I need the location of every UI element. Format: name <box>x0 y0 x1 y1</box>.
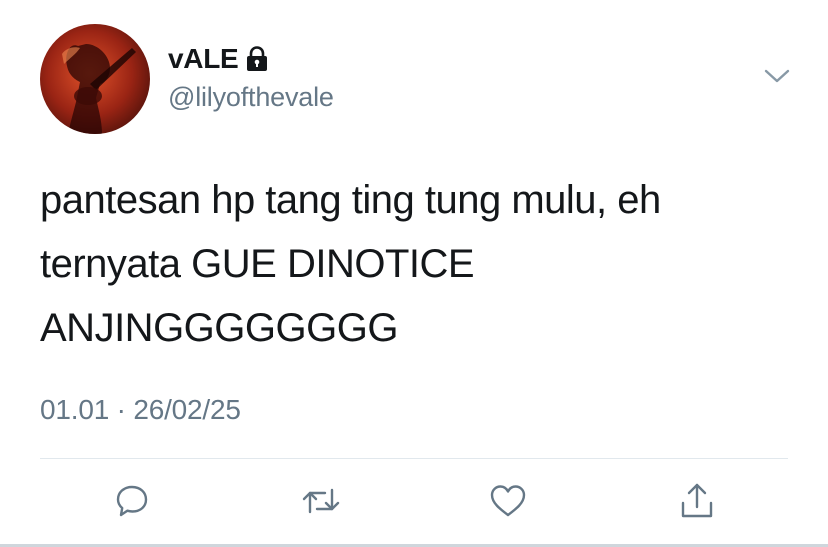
chevron-down-icon[interactable] <box>763 66 791 86</box>
lock-icon <box>246 46 268 72</box>
action-bar <box>0 478 828 528</box>
reply-icon <box>113 482 151 525</box>
avatar[interactable] <box>40 24 150 134</box>
user-handle[interactable]: @lilyofthevale <box>168 82 334 113</box>
tweet-text-line: ternyata GUE DINOTICE <box>40 242 475 286</box>
tweet-card: vALE @lilyofthevale pantesan hp tang tin… <box>0 0 828 547</box>
reply-button[interactable] <box>107 478 157 528</box>
retweet-icon <box>300 482 342 525</box>
display-name[interactable]: vALE <box>168 43 239 75</box>
user-name-row[interactable]: vALE <box>168 41 268 77</box>
share-button[interactable] <box>672 478 722 528</box>
tweet-timestamp[interactable]: 01.01 · 26/02/25 <box>40 394 241 426</box>
like-button[interactable] <box>483 478 533 528</box>
retweet-button[interactable] <box>296 478 346 528</box>
divider <box>40 458 788 459</box>
tweet-text: pantesan hp tang ting tung mulu, eh tern… <box>40 168 800 360</box>
share-icon <box>678 481 716 526</box>
like-icon <box>488 482 528 525</box>
tweet-text-line: ANJINGGGGGGGG <box>40 306 398 350</box>
tweet-text-line: pantesan hp tang ting tung mulu, eh <box>40 178 661 222</box>
